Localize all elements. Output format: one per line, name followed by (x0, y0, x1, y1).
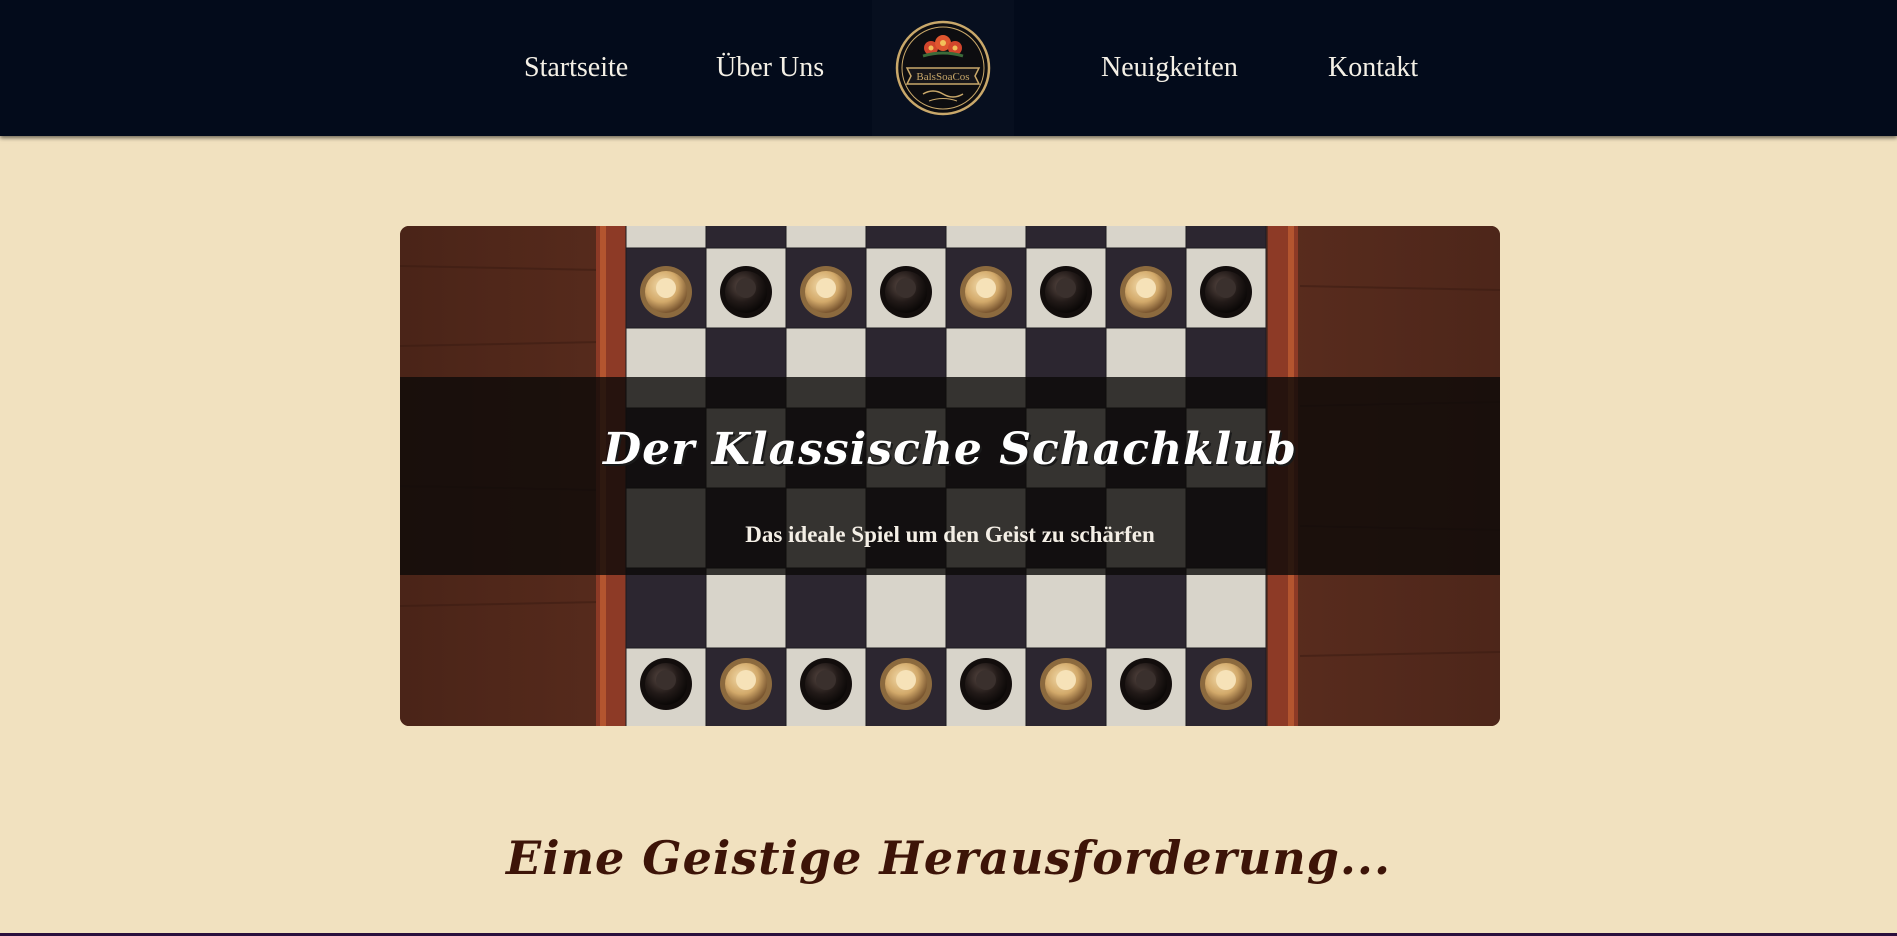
board-square (1185, 226, 1267, 249)
dark-pawn (720, 266, 772, 318)
board-square (625, 567, 707, 649)
board-square (945, 567, 1027, 649)
hero-subtitle: Das ideale Spiel um den Geist zu schärfe… (745, 522, 1155, 547)
light-pawn (960, 266, 1012, 318)
board-square (945, 226, 1027, 249)
light-pawn (880, 658, 932, 710)
club-logo[interactable]: BalsSoaCos (872, 0, 1014, 136)
nav-link-startseite[interactable]: Startseite (524, 48, 628, 88)
board-square (1025, 226, 1107, 249)
nav-link-kontakt[interactable]: Kontakt (1328, 48, 1418, 88)
light-pawn (720, 658, 772, 710)
dark-pawn (960, 658, 1012, 710)
board-square (865, 567, 947, 649)
light-pawn (800, 266, 852, 318)
dark-pawn (1120, 658, 1172, 710)
light-pawn (1040, 658, 1092, 710)
board-square (705, 567, 787, 649)
club-logo-lettering: BalsSoaCos (916, 71, 969, 83)
hero-title: Der Klassische Schachklub (602, 424, 1298, 475)
top-navigation: Startseite Über Uns BalsSoaCos Neuigkeit… (0, 0, 1897, 136)
nav-link-neuigkeiten[interactable]: Neuigkeiten (1101, 48, 1238, 88)
board-square (705, 226, 787, 249)
hero-banner: Der Klassische Schachklub Das ideale Spi… (400, 226, 1500, 726)
dark-pawn (880, 266, 932, 318)
board-square (865, 226, 947, 249)
section-heading: Eine Geistige Herausforderung... (506, 831, 1391, 885)
board-square (625, 226, 707, 249)
board-square (1185, 567, 1267, 649)
dark-pawn (1040, 266, 1092, 318)
light-pawn (1200, 658, 1252, 710)
club-logo-emblem: BalsSoaCos (895, 20, 991, 116)
board-square (1105, 226, 1187, 249)
dark-pawn (640, 658, 692, 710)
light-pawn (1120, 266, 1172, 318)
board-square (785, 226, 867, 249)
dark-pawn (800, 658, 852, 710)
board-square (1025, 567, 1107, 649)
board-square (785, 567, 867, 649)
light-pawn (640, 266, 692, 318)
board-square (1105, 567, 1187, 649)
dark-pawn (1200, 266, 1252, 318)
nav-link-ueber-uns[interactable]: Über Uns (716, 48, 824, 88)
